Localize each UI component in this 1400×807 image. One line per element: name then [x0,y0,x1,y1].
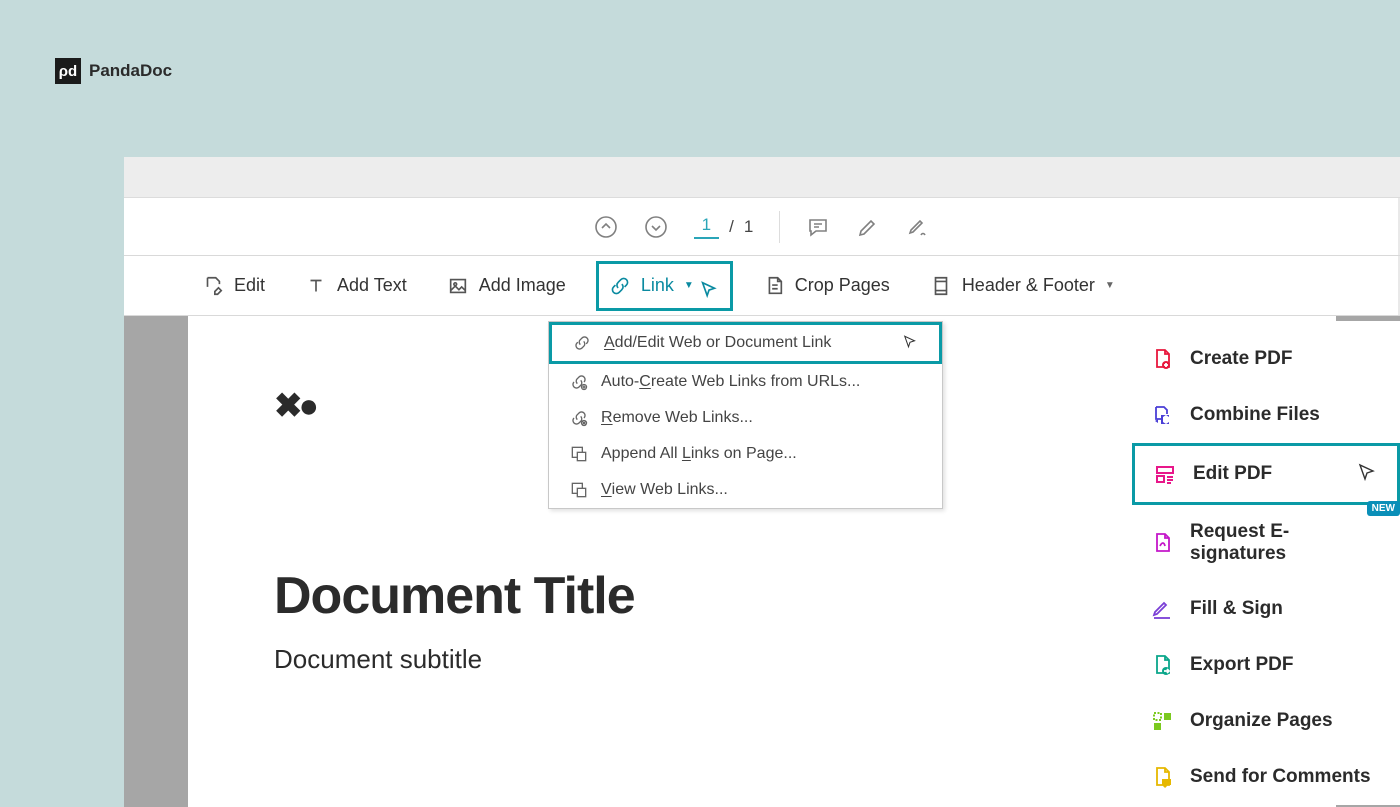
app-window: 1 / 1 Edit Add Text Add Image Link ▼ [124,157,1400,807]
comment-icon[interactable] [806,215,830,239]
tools-sidebar: Create PDF Combine Files Edit PDF Reques… [1132,321,1400,805]
menu-auto-create-links[interactable]: Auto-Create Web Links from URLs... [549,364,942,400]
link-dropdown-menu: Add/Edit Web or Document Link Auto-Creat… [548,321,943,509]
create-pdf-icon [1150,347,1174,371]
link-view-icon [569,480,589,500]
crop-pages-button[interactable]: Crop Pages [753,269,900,303]
menu-item-label: Add/Edit Web or Document Link [604,334,831,352]
sidebar-label: Create PDF [1190,348,1292,370]
sidebar-create-pdf[interactable]: Create PDF [1132,331,1400,387]
edit-button[interactable]: Edit [192,269,275,303]
esign-icon [1150,531,1174,555]
edit-label: Edit [234,275,265,296]
page-indicator: 1 / 1 [694,215,754,239]
sign-icon[interactable] [906,215,930,239]
export-pdf-icon [1150,653,1174,677]
sidebar-label: Combine Files [1190,404,1320,426]
menu-item-label: Append All Links on Page... [601,445,797,463]
cursor-icon [1355,462,1379,486]
new-badge: NEW [1367,501,1400,516]
sidebar-label: Send for Comments [1190,766,1371,788]
pandadoc-logo: ρd PandaDoc [55,58,172,84]
menu-add-edit-link[interactable]: Add/Edit Web or Document Link [549,322,942,364]
image-icon [447,275,469,297]
current-page-input[interactable]: 1 [694,215,719,239]
window-titlebar [124,157,1400,198]
page-nav-bar: 1 / 1 [124,198,1400,256]
menu-item-label: Auto-Create Web Links from URLs... [601,373,860,391]
pandadoc-mark: ρd [55,58,81,84]
sidebar-combine-files[interactable]: Combine Files [1132,387,1400,443]
sidebar-edit-pdf[interactable]: Edit PDF [1132,443,1400,505]
cursor-icon [901,334,919,352]
edit-pdf-icon [1153,462,1177,486]
menu-item-label: View Web Links... [601,481,728,499]
add-text-button[interactable]: Add Text [295,269,417,303]
sidebar-organize-pages[interactable]: Organize Pages [1132,693,1400,749]
sidebar-label: Fill & Sign [1190,598,1283,620]
fill-sign-icon [1150,597,1174,621]
document-title: Document Title [274,566,1250,626]
page-down-icon[interactable] [644,215,668,239]
chevron-down-icon: ▼ [1105,280,1115,291]
combine-files-icon [1150,403,1174,427]
add-text-label: Add Text [337,275,407,296]
sidebar-send-comments[interactable]: Send for Comments [1132,749,1400,805]
sidebar-label: Organize Pages [1190,710,1333,732]
add-image-label: Add Image [479,275,566,296]
organize-icon [1150,709,1174,733]
page-up-icon[interactable] [594,215,618,239]
link-icon [609,275,631,297]
header-footer-label: Header & Footer [962,275,1095,296]
sidebar-export-pdf[interactable]: Export PDF [1132,637,1400,693]
text-icon [305,275,327,297]
chevron-down-icon: ▼ [684,280,694,291]
document-subtitle: Document subtitle [274,644,1250,675]
highlight-icon[interactable] [856,215,880,239]
link-label: Link [641,275,674,296]
link-edit-icon [572,333,592,353]
crop-pages-label: Crop Pages [795,275,890,296]
sidebar-label: Export PDF [1190,654,1293,676]
crop-icon [763,275,785,297]
link-button[interactable]: Link ▼ [596,261,733,311]
total-pages: 1 [744,217,753,237]
sidebar-label: Edit PDF [1193,463,1272,485]
sidebar-fill-sign[interactable]: Fill & Sign [1132,581,1400,637]
cursor-icon [698,280,720,302]
link-auto-icon [569,372,589,392]
pandadoc-wordmark: PandaDoc [89,61,172,81]
header-footer-button[interactable]: Header & Footer ▼ [920,269,1125,303]
send-comments-icon [1150,765,1174,789]
sidebar-request-esignatures[interactable]: Request E-signatures NEW [1132,505,1400,581]
edit-icon [202,275,224,297]
page-separator: / [729,217,734,237]
edit-toolbar: Edit Add Text Add Image Link ▼ Crop Page… [124,256,1400,316]
menu-item-label: Remove Web Links... [601,409,753,427]
menu-view-links[interactable]: View Web Links... [549,472,942,508]
menu-append-links[interactable]: Append All Links on Page... [549,436,942,472]
nav-divider [779,211,780,243]
sidebar-label: Request E-signatures [1190,521,1382,565]
header-footer-icon [930,275,952,297]
link-remove-icon [569,408,589,428]
add-image-button[interactable]: Add Image [437,269,576,303]
link-append-icon [569,444,589,464]
menu-remove-links[interactable]: Remove Web Links... [549,400,942,436]
